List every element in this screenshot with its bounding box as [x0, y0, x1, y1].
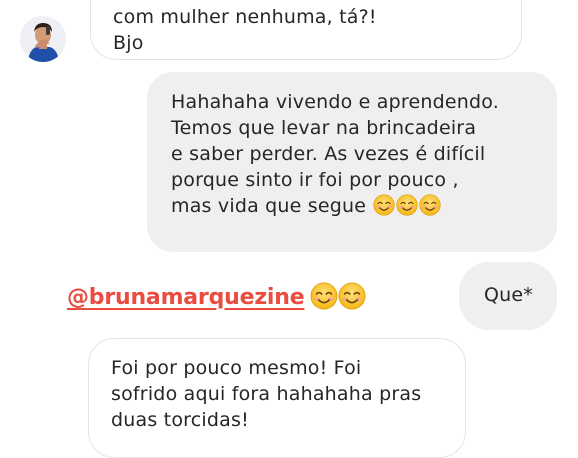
sender-avatar[interactable] — [20, 16, 66, 62]
smiling-face-emoji-icon — [310, 282, 338, 310]
smiling-face-emoji-icon — [373, 194, 395, 216]
message-text-line: Temos que levar na brincadeira — [171, 117, 477, 139]
message-bubble-received[interactable]: com mulher nenhuma, tá?! Bjo — [90, 0, 522, 60]
smiling-face-emoji-icon — [396, 194, 418, 216]
message-text-line: Hahahaha vivendo e aprendendo. — [171, 91, 499, 113]
smiling-face-emoji-icon — [419, 194, 441, 216]
message-text: mas vida que segue — [171, 195, 367, 217]
message-text-line: Que* — [484, 284, 533, 306]
smiling-face-emoji-icon — [338, 282, 366, 310]
message-text-line: com mulher nenhuma, tá?! — [113, 6, 377, 28]
message-text-line: Bjo — [113, 32, 144, 54]
message-text-line: sofrido aqui fora hahahaha pras — [111, 383, 422, 405]
story-mention-overlay: @brunamarquezine — [67, 282, 366, 310]
message-text-line: e saber perder. As vezes é difícil — [171, 143, 486, 165]
mention-link[interactable]: @brunamarquezine — [67, 285, 305, 310]
message-text-line: porque sinto ir foi por pouco , — [171, 169, 459, 191]
message-bubble-received[interactable]: Foi por pouco mesmo! Foi sofrido aqui fo… — [88, 338, 466, 458]
avatar-photo — [20, 16, 66, 62]
message-text-line: Foi por pouco mesmo! Foi — [111, 357, 362, 379]
message-text-line: duas torcidas! — [111, 409, 249, 431]
message-bubble-sent[interactable]: Que* — [459, 262, 557, 330]
message-text-line-with-emoji: mas vida que segue — [171, 193, 557, 219]
message-bubble-sent[interactable]: Hahahaha vivendo e aprendendo. Temos que… — [147, 72, 557, 252]
